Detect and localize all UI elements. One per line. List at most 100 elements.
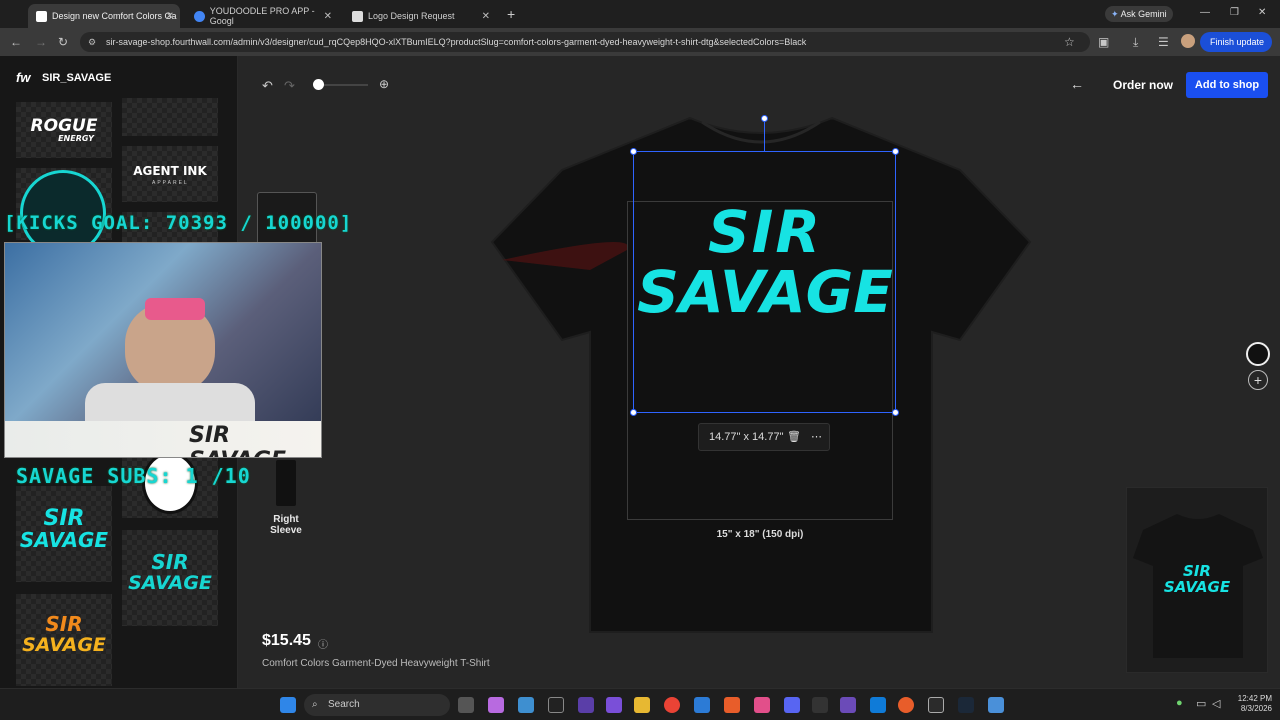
trash-icon[interactable]: 🗑 — [787, 424, 801, 450]
address-bar: ← → ↻ ⚙ sir-savage-shop.fourthwall.com/a… — [0, 28, 1280, 56]
logo-savage-text: SAVAGE — [22, 634, 106, 656]
undo-icon[interactable]: ↶ — [262, 78, 273, 94]
kicks-goal-overlay: [KICKS GOAL: 70393 / 100000] — [4, 212, 353, 234]
order-now-button[interactable]: Order now — [1108, 74, 1178, 96]
design-logo-sir[interactable]: SIR — [660, 198, 870, 266]
app-icon[interactable] — [898, 697, 914, 713]
add-color-icon[interactable]: + — [1248, 370, 1268, 390]
asset-thumb-sir-savage-1[interactable]: SIR SAVAGE — [16, 486, 112, 582]
avatar[interactable] — [1181, 34, 1195, 48]
more-icon[interactable]: ⋯ — [811, 424, 822, 450]
right-sleeve-label[interactable]: Right Sleeve — [262, 514, 310, 536]
network-icon[interactable]: ▭ — [1196, 697, 1206, 710]
close-icon[interactable]: ✕ — [324, 11, 332, 22]
download-icon[interactable]: ⤓ — [1133, 35, 1138, 50]
asset-thumb-agent-ink[interactable]: AGENT INK APPAREL — [122, 146, 218, 202]
shop-name: SIR_SAVAGE — [42, 72, 112, 84]
minimize-button[interactable]: — — [1200, 7, 1210, 18]
logo-sir-text: SIR — [151, 550, 189, 574]
app-icon[interactable] — [606, 697, 622, 713]
app-icon[interactable] — [694, 697, 710, 713]
mic-icon[interactable]: ● — [1176, 697, 1183, 709]
task-view-icon[interactable] — [458, 697, 474, 713]
google-icon — [194, 10, 205, 22]
url-field[interactable]: ⚙ sir-savage-shop.fourthwall.com/admin/v… — [80, 32, 1090, 52]
finish-update-button[interactable]: Finish update ⋮ — [1200, 32, 1272, 67]
tab-title: YOUDOODLE PRO APP - Googl — [209, 6, 315, 26]
asset-thumb-sir-savage-2[interactable]: SIR SAVAGE — [122, 530, 218, 626]
app-icon[interactable] — [548, 697, 564, 713]
finish-update-label: Finish update — [1210, 37, 1265, 47]
price: $15.45 — [262, 632, 311, 649]
resize-handle-br[interactable] — [892, 409, 899, 416]
app-icon[interactable] — [578, 697, 594, 713]
streamer-cap — [145, 298, 205, 320]
asset-thumb-sir-savage-fire[interactable]: SIR SAVAGE — [16, 594, 112, 686]
taskbar-search[interactable]: ⌕ Search — [304, 694, 450, 716]
tab-logo-request[interactable]: Logo Design Request ✕ — [344, 4, 496, 28]
right-sleeve-shape[interactable] — [276, 460, 296, 506]
app-icon[interactable] — [518, 697, 534, 713]
app-icon[interactable] — [724, 697, 740, 713]
ask-gemini-label: Ask Gemini — [1120, 9, 1167, 19]
zoom-in-icon[interactable]: ⊕ — [379, 77, 389, 91]
design-logo-savage[interactable]: SAVAGE — [630, 258, 900, 326]
app-icon[interactable] — [840, 697, 856, 713]
discord-icon[interactable] — [784, 697, 800, 713]
size-toolbar: 14.77" x 14.77" 🗑 ⋯ — [698, 423, 830, 451]
taskbar: ⌕ Search ● ▭ ◁ 12:42 PM 8/3/2026 — [0, 688, 1280, 720]
app-icon[interactable] — [870, 697, 886, 713]
copilot-icon[interactable] — [488, 697, 504, 713]
extensions-icon[interactable]: ▣ — [1098, 35, 1109, 49]
back-icon[interactable]: ← — [10, 35, 22, 49]
asset-thumb-rogue[interactable]: ROGUE ENERGY — [16, 102, 112, 158]
zoom-slider-handle[interactable] — [313, 79, 324, 90]
fourthwall-icon — [36, 10, 47, 22]
tab-title: Logo Design Request — [368, 11, 455, 21]
clock[interactable]: 12:42 PM 8/3/2026 — [1232, 694, 1272, 714]
tab-youdoodle[interactable]: YOUDOODLE PRO APP - Googl ✕ — [186, 4, 338, 28]
asset-thumb[interactable] — [122, 98, 218, 136]
site-info-icon[interactable]: ⚙ — [88, 32, 96, 52]
windows-start-icon[interactable] — [280, 697, 296, 713]
close-icon[interactable]: ✕ — [166, 11, 174, 22]
info-icon[interactable]: ⓘ — [318, 636, 328, 651]
agent-ink-logo-text: AGENT INK — [133, 164, 207, 178]
banner-text: SIR SAVAGE — [189, 423, 286, 457]
back-arrow-icon[interactable]: ← — [1070, 76, 1084, 92]
redo-icon[interactable]: ↷ — [284, 78, 295, 94]
fourthwall-logo: fw — [16, 70, 31, 85]
ask-gemini-button[interactable]: ✦ Ask Gemini — [1105, 6, 1173, 22]
chrome-icon[interactable] — [664, 697, 680, 713]
agent-ink-sub: APPAREL — [152, 180, 189, 186]
star-icon[interactable]: ☆ — [1064, 35, 1075, 49]
obs-icon[interactable] — [928, 697, 944, 713]
webcam-overlay: SIR SAVAGE — [4, 242, 322, 458]
rogue-logo-sub: ENERGY — [58, 134, 94, 143]
reload-icon[interactable]: ↻ — [58, 35, 68, 49]
app-icon[interactable] — [988, 697, 1004, 713]
window-close-button[interactable]: ✕ — [1258, 7, 1266, 18]
restore-button[interactable]: ❐ — [1230, 7, 1239, 18]
add-to-shop-button[interactable]: Add to shop — [1186, 72, 1268, 98]
volume-icon[interactable]: ◁ — [1212, 697, 1220, 710]
app-icon[interactable] — [754, 697, 770, 713]
close-icon[interactable]: ✕ — [482, 11, 490, 22]
tab-design[interactable]: Design new Comfort Colors Ga ✕ — [28, 4, 180, 28]
rotate-handle[interactable] — [761, 115, 768, 122]
resize-handle-bl[interactable] — [630, 409, 637, 416]
capcut-icon[interactable] — [812, 697, 828, 713]
file-explorer-icon[interactable] — [634, 697, 650, 713]
preview-savage-text: SAVAGE — [1163, 578, 1231, 596]
steam-icon[interactable] — [958, 697, 974, 713]
zoom-slider-track[interactable] — [318, 84, 368, 86]
media-icon[interactable]: ☰ — [1158, 35, 1169, 49]
tab-title: Design new Comfort Colors Ga — [52, 11, 177, 21]
resize-handle-tl[interactable] — [630, 148, 637, 155]
forward-icon[interactable]: → — [35, 35, 47, 49]
product-preview[interactable]: SIR SAVAGE — [1126, 487, 1268, 673]
new-tab-button[interactable]: + — [507, 6, 515, 22]
color-swatch-black[interactable] — [1246, 342, 1270, 366]
rogue-logo-text: ROGUE — [30, 116, 98, 136]
resize-handle-tr[interactable] — [892, 148, 899, 155]
